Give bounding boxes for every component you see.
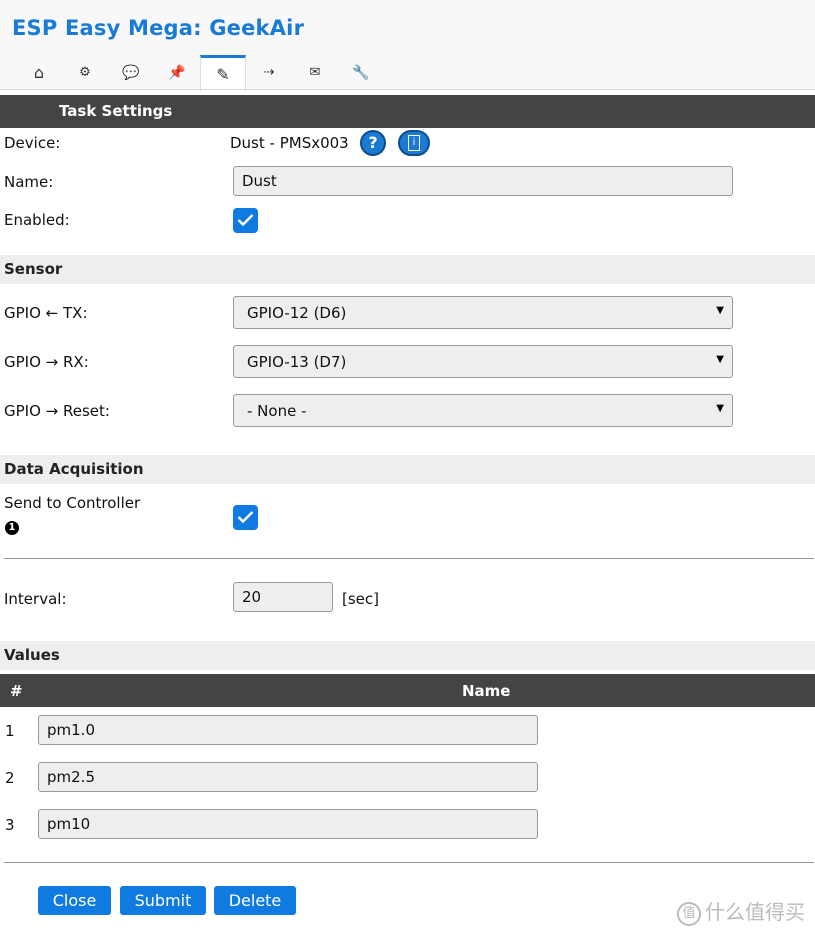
- name-input[interactable]: [233, 166, 733, 196]
- value-name-input[interactable]: [38, 762, 538, 792]
- values-section-header: Values: [0, 641, 815, 670]
- submit-button[interactable]: Submit: [120, 886, 206, 915]
- gpio-rx-label: GPIO → RX:: [4, 353, 89, 371]
- delete-button[interactable]: Delete: [214, 886, 296, 915]
- sensor-section-header: Sensor: [0, 255, 815, 284]
- app-title: ESP Easy Mega: GeekAir: [12, 16, 305, 40]
- help-icon[interactable]: ?: [360, 130, 386, 156]
- gpio-rx-select[interactable]: GPIO-13 (D7) ▼: [233, 345, 733, 378]
- watermark-logo-icon: 值: [677, 901, 701, 926]
- close-button[interactable]: Close: [38, 886, 111, 915]
- tab-hardware[interactable]: 📌: [154, 55, 200, 90]
- gear-icon: ⚙: [79, 65, 91, 80]
- values-section-title: Values: [4, 646, 60, 664]
- data-acquisition-title: Data Acquisition: [4, 460, 144, 478]
- dropdown-arrow-icon: ▼: [716, 403, 724, 414]
- value-row-number: 1: [5, 722, 15, 740]
- header-divider: [0, 89, 815, 90]
- values-table-header: # Name: [0, 674, 815, 707]
- column-header-name: Name: [462, 682, 511, 700]
- value-name-input[interactable]: [38, 809, 538, 839]
- gpio-reset-value: - None -: [247, 402, 307, 420]
- app-header: ESP Easy Mega: GeekAir ⌂ ⚙ 💬 📌 ✎ ⇢ ✉ 🔧: [0, 0, 815, 91]
- tab-devices[interactable]: ✎: [200, 55, 246, 91]
- info-icon-glyph: i: [408, 135, 420, 151]
- chat-icon: 💬: [122, 64, 140, 81]
- divider: [4, 558, 814, 559]
- name-label: Name:: [4, 173, 54, 191]
- dropdown-arrow-icon: ▼: [716, 354, 724, 365]
- tab-bar: ⌂ ⚙ 💬 📌 ✎ ⇢ ✉ 🔧: [16, 55, 384, 91]
- tab-tools[interactable]: 🔧: [338, 55, 384, 90]
- data-acquisition-section-header: Data Acquisition: [0, 455, 815, 484]
- interval-input[interactable]: [233, 582, 333, 612]
- gpio-tx-value: GPIO-12 (D6): [247, 304, 347, 322]
- tab-rules[interactable]: ⇢: [246, 55, 292, 90]
- home-icon: ⌂: [33, 63, 45, 82]
- enabled-checkbox[interactable]: [233, 208, 258, 233]
- gpio-tx-label: GPIO ← TX:: [4, 304, 88, 322]
- gpio-reset-select[interactable]: - None - ▼: [233, 394, 733, 427]
- column-header-number: #: [10, 682, 23, 700]
- divider: [4, 862, 814, 863]
- interval-unit: [sec]: [342, 590, 379, 608]
- checkmark-icon: [237, 511, 254, 524]
- value-row-number: 2: [5, 769, 15, 787]
- tab-main[interactable]: ⌂: [16, 55, 62, 90]
- sensor-section-title: Sensor: [4, 260, 63, 278]
- gpio-rx-value: GPIO-13 (D7): [247, 353, 347, 371]
- value-row-number: 3: [5, 816, 15, 834]
- arrow-right-icon: ⇢: [263, 65, 275, 80]
- tab-controllers[interactable]: 💬: [108, 55, 154, 90]
- watermark-text: 什么值得买: [705, 900, 805, 924]
- tab-notifications[interactable]: ✉: [292, 55, 338, 90]
- checkmark-icon: [237, 214, 254, 227]
- dropdown-arrow-icon: ▼: [716, 305, 724, 316]
- enabled-label: Enabled:: [4, 211, 70, 229]
- interval-label: Interval:: [4, 590, 67, 608]
- help-icon-glyph: ?: [368, 133, 378, 152]
- gpio-reset-label: GPIO → Reset:: [4, 402, 110, 420]
- pin-icon: 📌: [168, 64, 186, 81]
- task-settings-header: Task Settings: [0, 95, 815, 128]
- info-icon[interactable]: i: [398, 130, 430, 156]
- wrench-icon: 🔧: [352, 64, 370, 81]
- tab-config[interactable]: ⚙: [62, 55, 108, 90]
- send-to-controller-label: Send to Controller: [4, 494, 141, 512]
- device-label: Device:: [4, 134, 61, 152]
- task-settings-title: Task Settings: [59, 102, 173, 120]
- note-badge: 1: [5, 521, 19, 535]
- mail-icon: ✉: [309, 65, 321, 80]
- device-value: Dust - PMSx003: [230, 134, 349, 152]
- plug-icon: ✎: [216, 65, 230, 84]
- send-to-controller-checkbox[interactable]: [233, 505, 258, 530]
- watermark: 值什么值得买: [677, 896, 805, 926]
- gpio-tx-select[interactable]: GPIO-12 (D6) ▼: [233, 296, 733, 329]
- value-name-input[interactable]: [38, 715, 538, 745]
